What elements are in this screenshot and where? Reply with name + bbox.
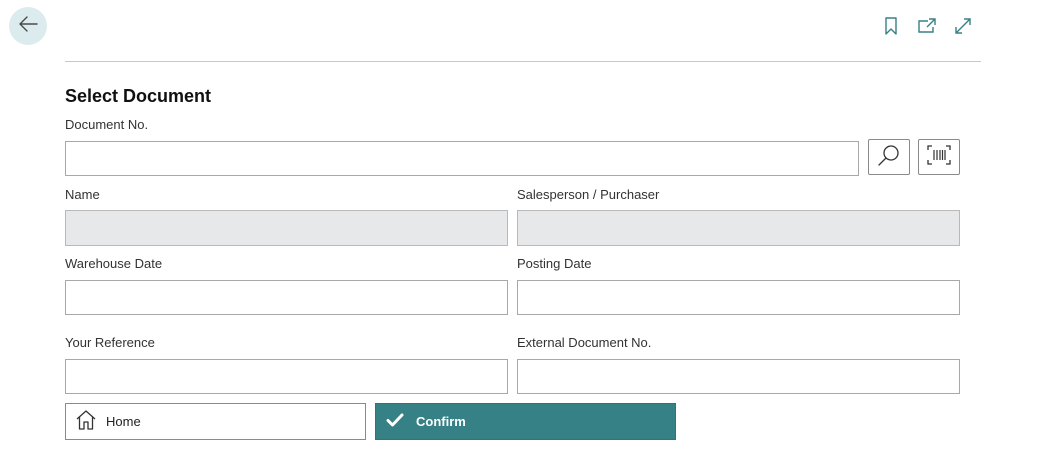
page-actions (878, 15, 976, 41)
your-reference-field[interactable] (65, 359, 508, 394)
home-button[interactable]: Home (65, 403, 366, 440)
name-field (65, 210, 508, 246)
select-document-page: Select Document Document No. Name Salesp… (0, 0, 1038, 453)
confirm-button[interactable]: Confirm (375, 403, 676, 440)
your-reference-label: Your Reference (65, 335, 155, 350)
expand-button[interactable] (950, 15, 976, 41)
checkmark-icon (386, 412, 404, 431)
arrow-left-icon (17, 13, 39, 40)
barcode-scan-icon (926, 144, 952, 171)
home-button-label: Home (106, 414, 141, 429)
name-label: Name (65, 187, 100, 202)
page-title: Select Document (65, 86, 212, 106)
bookmark-button[interactable] (878, 15, 904, 41)
salesperson-field (517, 210, 960, 246)
posting-date-field[interactable] (517, 280, 960, 315)
back-button[interactable] (9, 7, 47, 45)
posting-date-label: Posting Date (517, 256, 592, 271)
document-no-field[interactable] (65, 141, 859, 176)
external-document-no-field[interactable] (517, 359, 960, 394)
confirm-button-label: Confirm (416, 414, 466, 429)
header-divider (65, 61, 981, 62)
home-icon (75, 409, 97, 434)
expand-icon (953, 16, 973, 41)
open-in-new-window-icon (917, 17, 937, 40)
bookmark-icon (883, 16, 899, 41)
salesperson-label: Salesperson / Purchaser (517, 187, 660, 202)
search-icon (877, 143, 901, 172)
external-document-no-label: External Document No. (517, 335, 652, 350)
scan-barcode-button[interactable] (918, 139, 960, 175)
document-no-label: Document No. (65, 117, 149, 132)
warehouse-date-field[interactable] (65, 280, 508, 315)
lookup-button[interactable] (868, 139, 910, 175)
warehouse-date-label: Warehouse Date (65, 256, 163, 271)
open-new-window-button[interactable] (914, 15, 940, 41)
